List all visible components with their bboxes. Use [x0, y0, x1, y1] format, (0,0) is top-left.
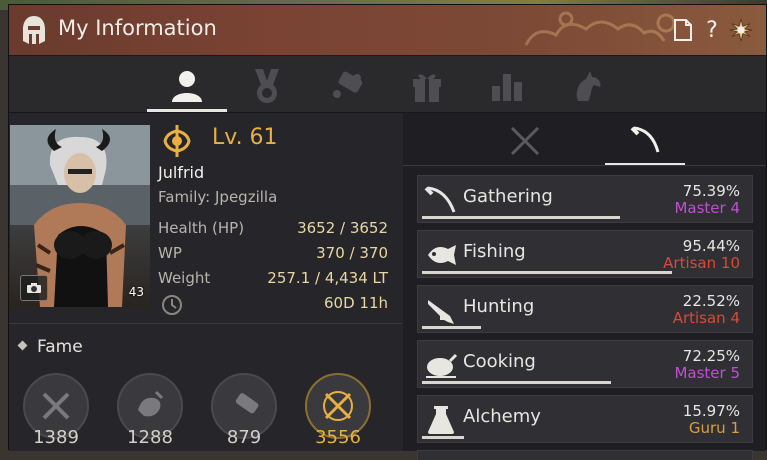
skill-row-fishing[interactable]: Fishing 95.44% Artisan 10 [417, 230, 753, 278]
horse-icon [576, 71, 601, 101]
character-panel: 43 Lv. 61 Julfrid Family: Jpegzilla Heal… [9, 113, 402, 451]
help-icon[interactable]: ? [700, 17, 724, 43]
stat-label-wp: WP [158, 244, 182, 262]
family-name: Family: Jpegzilla [158, 188, 278, 206]
medal-icon [255, 69, 279, 103]
my-information-window: My Information ? 43 Lv. 61 Julfrid Famil… [8, 4, 767, 460]
skill-name: Gathering [463, 186, 553, 207]
skill-rank: Master 4 [674, 199, 740, 217]
stat-value-wp: 370 / 370 [316, 244, 388, 262]
roast-chicken-icon [424, 349, 458, 381]
fame-item-scroll[interactable]: 879 [207, 371, 281, 451]
gift-icon [413, 74, 441, 102]
skill-row-alchemy[interactable]: Alchemy 15.97% Guru 1 [417, 395, 753, 443]
skill-row-hunting[interactable]: Hunting 22.52% Artisan 4 [417, 285, 753, 333]
rifle-icon [424, 294, 458, 326]
skill-percent: 15.97% [682, 402, 740, 420]
skill-progress-bar [422, 271, 672, 274]
skill-percent: 22.52% [682, 292, 740, 310]
stat-value-health: 3652 / 3652 [297, 219, 388, 237]
character-portrait[interactable]: 43 [10, 125, 150, 307]
fame-item-combat[interactable]: 1389 [19, 371, 93, 451]
fame-value-total: 3556 [315, 427, 361, 448]
fame-heading: Fame [37, 337, 83, 357]
profile-icon [172, 71, 202, 102]
stat-label-health: Health (HP) [158, 219, 245, 237]
class-emblem-icon [159, 123, 195, 163]
skill-progress-bar [422, 436, 464, 439]
scroll-icon [333, 71, 363, 98]
tab-history[interactable] [307, 62, 387, 110]
skill-row-cooking[interactable]: Cooking 72.25% Master 5 [417, 340, 753, 388]
skill-percent: 95.44% [682, 237, 740, 255]
tab-mounts[interactable] [547, 62, 627, 110]
skill-name: Alchemy [463, 406, 541, 427]
settings-gear-icon[interactable] [729, 17, 753, 43]
stat-value-weight: 257.1 / 4,434 LT [267, 269, 388, 287]
skill-rank: Master 5 [674, 364, 740, 382]
fame-value-scroll: 879 [226, 427, 262, 448]
document-icon[interactable] [671, 17, 695, 43]
camera-icon [27, 283, 41, 293]
skill-name: Fishing [463, 241, 526, 262]
tab-medals[interactable] [227, 62, 307, 110]
skill-name: Cooking [463, 351, 536, 372]
skill-rank: Guru 1 [688, 419, 740, 437]
stats-icon [492, 74, 522, 101]
fish-icon [424, 239, 458, 271]
gathering-sickle-icon [424, 184, 458, 216]
fame-value-combat: 1389 [33, 427, 79, 448]
tab-statistics[interactable] [467, 62, 547, 110]
fame-item-total[interactable]: 3556 [301, 371, 375, 451]
stat-label-weight: Weight [158, 269, 211, 287]
flask-icon [424, 404, 458, 436]
skill-row-partial [417, 450, 753, 460]
skill-name: Hunting [463, 296, 535, 317]
portrait-number: 43 [128, 285, 144, 299]
skill-rank: Artisan 10 [663, 254, 740, 272]
skill-percent: 75.39% [682, 182, 740, 200]
tab-profile[interactable] [147, 62, 227, 112]
character-name: Julfrid [158, 163, 205, 182]
skill-percent: 72.25% [682, 347, 740, 365]
crossed-swords-icon [510, 126, 540, 156]
tab-rewards[interactable] [387, 62, 467, 110]
skill-progress-bar [422, 381, 611, 384]
fame-diamond-icon [17, 340, 28, 351]
title-bar[interactable]: My Information ? [9, 5, 766, 56]
skill-progress-bar [422, 216, 620, 219]
lifeskill-panel: Gathering 75.39% Master 4 Fishing 95.44%… [403, 113, 766, 460]
tab-combat-skills[interactable] [485, 119, 565, 163]
window-title: My Information [58, 16, 217, 40]
section-divider [9, 323, 402, 324]
fame-item-lifeskill[interactable]: 1288 [113, 371, 187, 451]
sickle-icon [630, 126, 660, 153]
fame-value-lifeskill: 1288 [127, 427, 173, 448]
skill-rank: Artisan 4 [672, 309, 740, 327]
skill-row-gathering[interactable]: Gathering 75.39% Master 4 [417, 175, 753, 223]
character-level: Lv. 61 [212, 125, 278, 150]
helmet-icon [21, 15, 47, 49]
clock-icon [161, 294, 183, 320]
tab-life-skills[interactable] [605, 119, 685, 165]
skill-progress-bar [422, 326, 481, 329]
playtime-value: 60D 11h [324, 294, 388, 312]
skill-tab-bar [403, 113, 766, 166]
screenshot-camera-button[interactable] [20, 275, 48, 301]
main-tab-bar [9, 56, 766, 113]
